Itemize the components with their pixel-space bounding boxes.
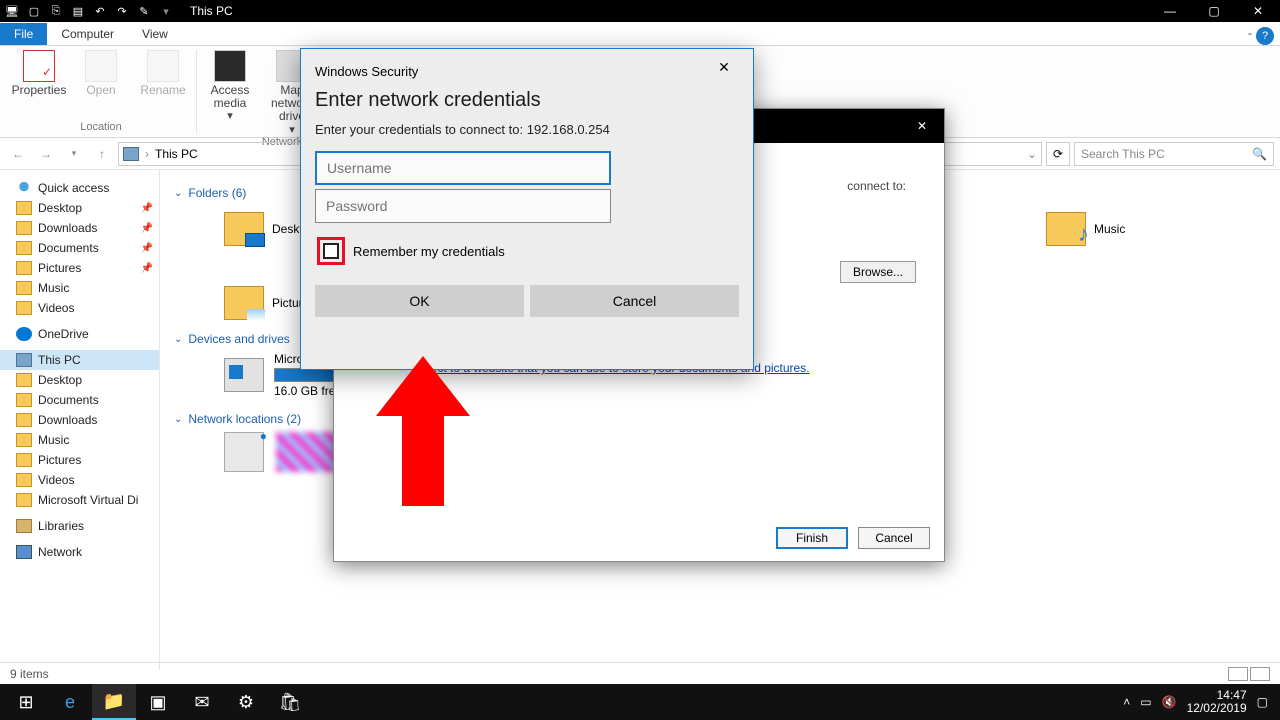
view-large-icon[interactable] bbox=[1250, 667, 1270, 681]
tree-pc-downloads[interactable]: Downloads bbox=[0, 410, 159, 430]
tree-network[interactable]: Network bbox=[0, 542, 159, 562]
address-path: This PC bbox=[155, 147, 198, 161]
tree-pc-videos[interactable]: Videos bbox=[0, 470, 159, 490]
ribbon-properties[interactable]: ✓Properties bbox=[12, 50, 66, 97]
ribbon-tabs: File Computer View ˆ ? bbox=[0, 22, 1280, 46]
tab-file[interactable]: File bbox=[0, 23, 47, 45]
credentials-ok[interactable]: OK bbox=[315, 285, 524, 317]
nav-up[interactable]: ↑ bbox=[90, 142, 114, 166]
remember-label: Remember my credentials bbox=[353, 244, 505, 259]
taskbar-settings[interactable]: ⚙ bbox=[224, 684, 268, 720]
credentials-close[interactable]: ✕ bbox=[709, 59, 739, 83]
tray-clock[interactable]: 14:47 12/02/2019 bbox=[1187, 689, 1247, 715]
taskbar-mail[interactable]: ✉ bbox=[180, 684, 224, 720]
tree-desktop[interactable]: Desktop📌 bbox=[0, 198, 159, 218]
taskbar-cmd[interactable]: ▣ bbox=[136, 684, 180, 720]
address-dropdown-icon[interactable]: ⌄ bbox=[1027, 147, 1037, 161]
tree-videos[interactable]: Videos bbox=[0, 298, 159, 318]
tray-action-icon[interactable]: ▭ bbox=[1140, 695, 1151, 709]
tree-libraries[interactable]: Libraries bbox=[0, 516, 159, 536]
qat-props-icon: ▤ bbox=[70, 3, 86, 19]
search-placeholder: Search This PC bbox=[1081, 147, 1165, 161]
remember-checkbox[interactable] bbox=[323, 243, 339, 259]
tree-pictures[interactable]: Pictures📌 bbox=[0, 258, 159, 278]
credentials-dialog: Windows Security ✕ Enter network credent… bbox=[300, 48, 754, 370]
tree-onedrive[interactable]: OneDrive bbox=[0, 324, 159, 344]
username-input[interactable] bbox=[315, 151, 611, 185]
pc-icon bbox=[123, 147, 139, 161]
wizard-cancel[interactable]: Cancel bbox=[858, 527, 930, 549]
folder-music[interactable]: Music bbox=[1046, 212, 1206, 246]
status-item-count: 9 items bbox=[10, 667, 49, 681]
qat-new-icon: ✎ bbox=[136, 3, 152, 19]
search-icon: 🔍 bbox=[1252, 147, 1267, 161]
wizard-finish[interactable]: Finish bbox=[776, 527, 848, 549]
qat-doc-icon: ▢ bbox=[26, 3, 42, 19]
tree-pc-music[interactable]: Music bbox=[0, 430, 159, 450]
qat-undo-icon[interactable]: ↶ bbox=[92, 3, 108, 19]
tab-view[interactable]: View bbox=[128, 23, 182, 45]
drive-icon bbox=[224, 358, 264, 392]
tree-quick-access[interactable]: Quick access bbox=[0, 178, 159, 198]
nav-tree: Quick access Desktop📌 Downloads📌 Documen… bbox=[0, 170, 160, 670]
tray-notifications-icon[interactable]: ▢ bbox=[1257, 695, 1268, 709]
qat-redo-icon[interactable]: ↷ bbox=[114, 3, 130, 19]
tree-music[interactable]: Music bbox=[0, 278, 159, 298]
taskbar: ⊞ e 📁 ▣ ✉ ⚙ 🛍 ˄ ▭ 🔇 14:47 12/02/2019 ▢ bbox=[0, 684, 1280, 720]
credentials-cancel[interactable]: Cancel bbox=[530, 285, 739, 317]
qat-link-icon: ⎘ bbox=[48, 3, 64, 19]
taskbar-store[interactable]: 🛍 bbox=[268, 684, 312, 720]
maximize-button[interactable]: ▢ bbox=[1192, 0, 1236, 22]
taskbar-explorer[interactable]: 📁 bbox=[92, 684, 136, 720]
help-icon[interactable]: ? bbox=[1256, 27, 1274, 45]
tree-pc-vhd[interactable]: Microsoft Virtual Di bbox=[0, 490, 159, 510]
network-location-1[interactable]: ● bbox=[224, 432, 264, 472]
window-title: This PC bbox=[190, 4, 233, 18]
wizard-close[interactable]: ✕ bbox=[900, 119, 944, 133]
remember-checkbox-highlight bbox=[317, 237, 345, 265]
tree-pc-documents[interactable]: Documents bbox=[0, 390, 159, 410]
ribbon-access-media[interactable]: Access media ▾ bbox=[203, 50, 257, 136]
ribbon-group-location: Location bbox=[80, 121, 122, 133]
tray-volume-icon[interactable]: 🔇 bbox=[1162, 695, 1177, 709]
ribbon-open: Open bbox=[74, 50, 128, 97]
ribbon-collapse-icon[interactable]: ˆ bbox=[1248, 31, 1252, 45]
wizard-browse[interactable]: Browse... bbox=[840, 261, 916, 283]
close-button[interactable]: ✕ bbox=[1236, 0, 1280, 22]
chevron-right-icon: › bbox=[145, 147, 149, 161]
tree-pc-pictures[interactable]: Pictures bbox=[0, 450, 159, 470]
start-button[interactable]: ⊞ bbox=[4, 684, 48, 720]
tray-up-icon[interactable]: ˄ bbox=[1123, 695, 1130, 709]
tree-this-pc[interactable]: This PC bbox=[0, 350, 159, 370]
tree-pc-desktop[interactable]: Desktop bbox=[0, 370, 159, 390]
nav-history[interactable]: ▾ bbox=[62, 142, 86, 166]
minimize-button[interactable]: — bbox=[1148, 0, 1192, 22]
tree-downloads[interactable]: Downloads📌 bbox=[0, 218, 159, 238]
tree-documents[interactable]: Documents📌 bbox=[0, 238, 159, 258]
nav-back[interactable]: ← bbox=[6, 142, 30, 166]
credentials-message: Enter your credentials to connect to: 19… bbox=[301, 118, 753, 147]
refresh-button[interactable]: ⟳ bbox=[1046, 142, 1070, 166]
window-titlebar: 🖥 ▢ ⎘ ▤ ↶ ↷ ✎ ▾ This PC — ▢ ✕ bbox=[0, 0, 1280, 22]
status-bar: 9 items bbox=[0, 662, 1280, 684]
nav-forward[interactable]: → bbox=[34, 142, 58, 166]
ribbon-rename: Rename bbox=[136, 50, 190, 97]
taskbar-edge[interactable]: e bbox=[48, 684, 92, 720]
search-box[interactable]: Search This PC 🔍 bbox=[1074, 142, 1274, 166]
view-details-icon[interactable] bbox=[1228, 667, 1248, 681]
credentials-caption: Windows Security bbox=[315, 64, 418, 79]
password-input[interactable] bbox=[315, 189, 611, 223]
credentials-title: Enter network credentials bbox=[301, 89, 753, 118]
qat-pc-icon: 🖥 bbox=[4, 3, 20, 19]
tab-computer[interactable]: Computer bbox=[47, 23, 128, 45]
